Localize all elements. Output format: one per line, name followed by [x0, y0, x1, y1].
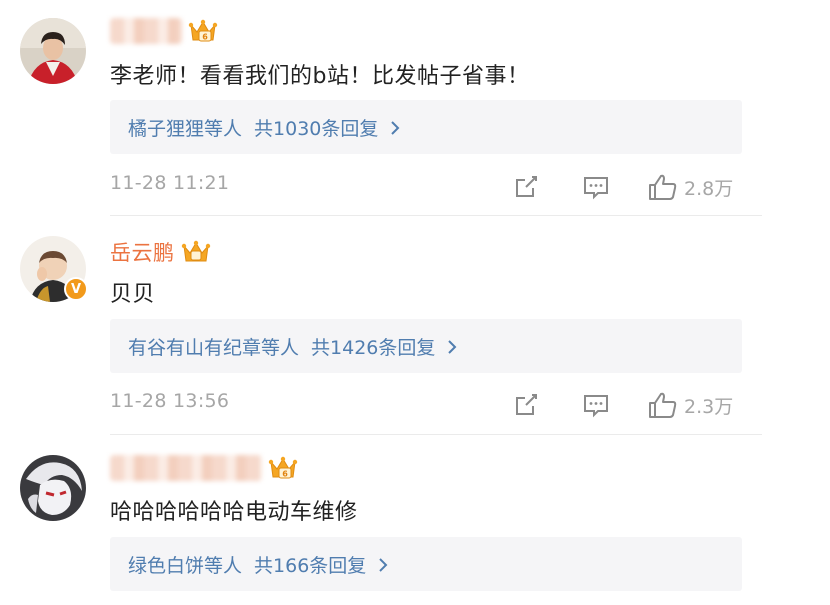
like-button[interactable]: 2.3万	[648, 390, 733, 420]
share-icon[interactable]	[513, 172, 539, 202]
replies-summary[interactable]: 绿色白饼等人 共166条回复	[110, 537, 742, 591]
like-count: 2.8万	[684, 177, 734, 200]
reply-users: 橘子狸狸等人	[128, 117, 243, 140]
username-row: 岳云鹏	[110, 236, 211, 268]
reply-count: 共1030条回复	[254, 117, 379, 140]
thumbs-up-icon	[649, 174, 677, 200]
thumbs-up-icon	[649, 392, 677, 418]
comment-icon[interactable]	[583, 172, 609, 202]
avatar[interactable]	[20, 18, 86, 84]
replies-summary[interactable]: 橘子狸狸等人 共1030条回复	[110, 100, 742, 154]
vip-crown-icon	[181, 238, 211, 266]
reply-count: 共166条回复	[254, 554, 367, 577]
svg-text:6: 6	[282, 470, 288, 479]
comment-text: 哈哈哈哈哈哈电动车维修	[110, 500, 358, 525]
timestamp: 11-28 13:56	[110, 390, 230, 412]
username-blurred[interactable]	[110, 18, 182, 44]
username-blurred[interactable]	[110, 455, 262, 481]
verified-badge: V	[64, 277, 88, 301]
divider	[110, 434, 762, 435]
username[interactable]: 岳云鹏	[110, 237, 175, 267]
comment-meta: 11-28 11:21 2.8万	[110, 172, 742, 202]
vip-crown-icon: 6	[188, 17, 218, 45]
comment-text: 贝贝	[110, 282, 156, 307]
vip-crown-icon: 6	[268, 454, 298, 482]
like-count: 2.3万	[684, 395, 734, 418]
username-row: 6	[110, 452, 298, 484]
replies-summary[interactable]: 有谷有山有纪章等人 共1426条回复	[110, 319, 742, 373]
username-row: 6	[110, 15, 218, 47]
avatar[interactable]	[20, 455, 86, 521]
like-button[interactable]: 2.8万	[648, 172, 733, 202]
svg-text:6: 6	[202, 33, 208, 42]
reply-count: 共1426条回复	[311, 336, 436, 359]
reply-users: 有谷有山有纪章等人	[128, 336, 300, 359]
share-icon[interactable]	[513, 390, 539, 420]
chevron-right-icon	[378, 556, 388, 572]
comment-icon[interactable]	[583, 390, 609, 420]
reply-users: 绿色白饼等人	[128, 554, 243, 577]
timestamp: 11-28 11:21	[110, 172, 230, 194]
chevron-right-icon	[447, 338, 457, 354]
divider	[110, 215, 762, 216]
comment-text: 李老师！看看我们的b站！比发帖子省事！	[110, 64, 530, 89]
chevron-right-icon	[390, 119, 400, 135]
comment-meta: 11-28 13:56 2.3万	[110, 390, 742, 420]
